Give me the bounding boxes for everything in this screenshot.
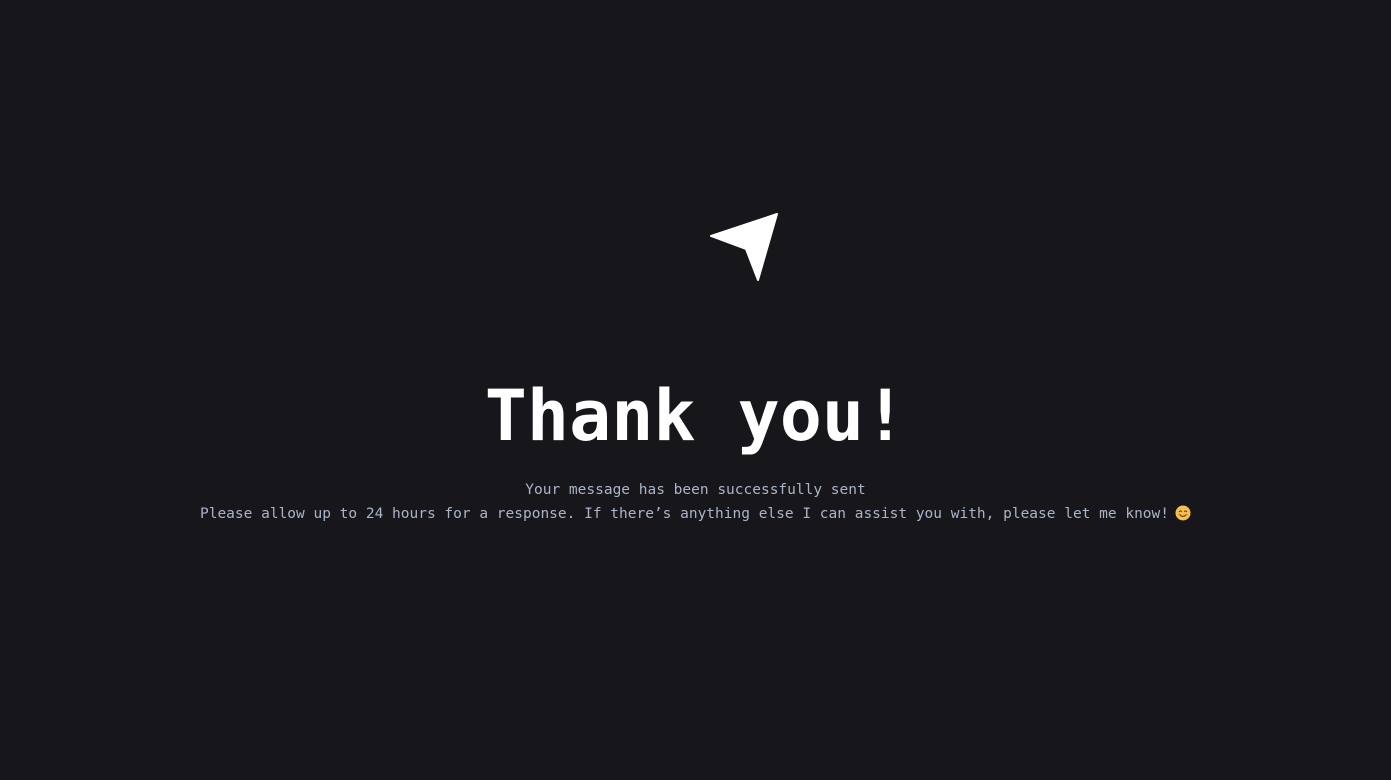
paper-plane-icon — [709, 212, 779, 282]
thank-you-page: Thank you! Your message has been success… — [0, 0, 1391, 780]
response-time-text: Please allow up to 24 hours for a respon… — [199, 506, 1169, 522]
smiling-face-icon — [1175, 505, 1191, 521]
success-message-text: Your message has been successfully sent — [525, 482, 866, 498]
page-title: Thank you! — [484, 375, 907, 457]
success-message: Your message has been successfully sent — [0, 480, 1391, 500]
response-time-message: Please allow up to 24 hours for a respon… — [0, 504, 1391, 524]
